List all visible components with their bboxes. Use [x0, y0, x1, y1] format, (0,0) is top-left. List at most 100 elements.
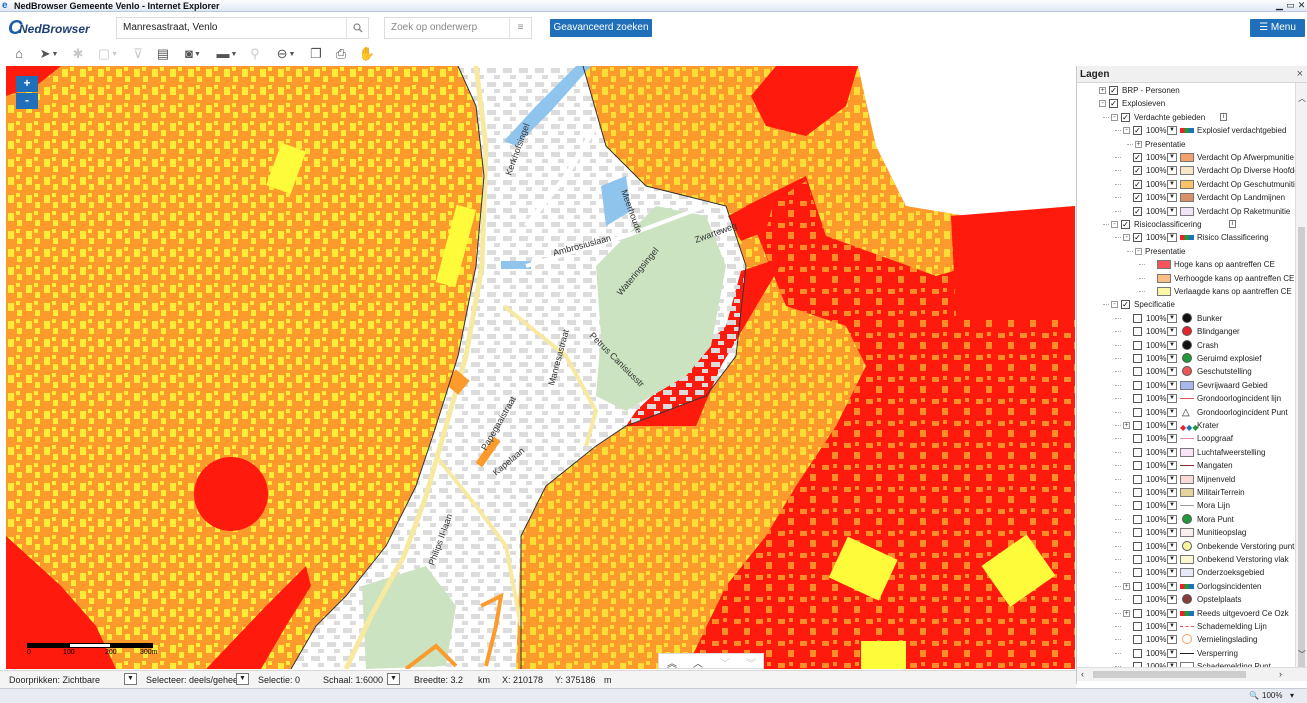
- layer-label[interactable]: Grondoorlogincident lijn: [1197, 392, 1281, 405]
- layer-visibility-checkbox[interactable]: ✓: [1133, 153, 1142, 162]
- select-area-icon[interactable]: ▢▼: [95, 45, 121, 63]
- layer-visibility-checkbox[interactable]: [1133, 595, 1142, 605]
- layer-visibility-checkbox[interactable]: [1133, 327, 1142, 337]
- layer-label[interactable]: Specificatie: [1134, 298, 1175, 311]
- layer-label[interactable]: Vernielingslading: [1197, 633, 1258, 646]
- opacity-dropdown-icon[interactable]: ▼: [1167, 407, 1177, 417]
- layer-label[interactable]: Crash: [1197, 339, 1218, 352]
- opacity-dropdown-icon[interactable]: ▼: [1167, 421, 1177, 430]
- list-icon[interactable]: ≡: [509, 18, 531, 38]
- layer-label[interactable]: BRP - Personen: [1122, 84, 1180, 97]
- layer-row[interactable]: 100% ▼ △ Grondoorlogincident Punt: [1077, 406, 1295, 419]
- layer-row[interactable]: 100% ▼ Gevrijwaard Gebied: [1077, 379, 1295, 392]
- selecteer-dropdown[interactable]: ▼: [236, 673, 249, 685]
- layer-visibility-checkbox[interactable]: ✓: [1109, 86, 1118, 95]
- opacity-dropdown-icon[interactable]: ▼: [1167, 313, 1177, 323]
- address-search-input[interactable]: Manresastraat, Venlo: [116, 17, 369, 39]
- layer-label[interactable]: Krater: [1197, 419, 1219, 432]
- collapse-icon[interactable]: -: [1111, 301, 1118, 309]
- opacity-dropdown-icon[interactable]: ▼: [1167, 394, 1177, 404]
- layer-label[interactable]: Oorlogsincidenten: [1197, 580, 1261, 593]
- zoom-out-button[interactable]: -: [16, 93, 38, 109]
- layer-label[interactable]: Loopgraaf: [1197, 432, 1233, 445]
- layer-row[interactable]: - ✓ Verdachte gebieden i: [1077, 111, 1295, 124]
- opacity-dropdown-icon[interactable]: ▼: [1167, 622, 1177, 631]
- expand-icon[interactable]: +: [1135, 140, 1142, 148]
- layer-label[interactable]: Verdacht Op Landmijnen: [1197, 191, 1285, 204]
- layer-visibility-checkbox[interactable]: ✓: [1133, 206, 1142, 216]
- subject-search-input[interactable]: Zoek op onderwerp ≡: [384, 17, 532, 39]
- layer-label[interactable]: Mora Punt: [1197, 513, 1234, 526]
- layer-label[interactable]: Risicoclassificering: [1134, 218, 1202, 231]
- layer-row[interactable]: ✓ 100%▼ Verdacht Op Diverse Hoofdgroepen: [1077, 164, 1295, 177]
- schaal-dropdown[interactable]: ▼: [387, 673, 400, 685]
- layer-row[interactable]: ✓ 100% ▼ Verdacht Op Geschutmunitie: [1077, 178, 1295, 191]
- layer-visibility-checkbox[interactable]: [1133, 541, 1142, 551]
- advanced-search-button[interactable]: Geavanceerd zoeken: [550, 19, 652, 37]
- layer-visibility-checkbox[interactable]: [1133, 380, 1142, 390]
- layer-row[interactable]: - ✓ Risicoclassificering i: [1077, 218, 1295, 231]
- layer-visibility-checkbox[interactable]: [1133, 568, 1142, 578]
- layer-tree-hscrollbar[interactable]: ‹ ›: [1077, 667, 1307, 681]
- layer-row[interactable]: + Presentatie: [1077, 138, 1295, 151]
- collapse-icon[interactable]: -: [1135, 247, 1142, 255]
- expand-icon[interactable]: +: [1123, 422, 1130, 429]
- layer-label[interactable]: Mora Lijn: [1197, 499, 1230, 512]
- layer-visibility-checkbox[interactable]: ✓: [1121, 300, 1130, 310]
- layer-row[interactable]: - ✓ Specificatie: [1077, 298, 1295, 311]
- select-pointer-icon[interactable]: ➤▼: [36, 45, 62, 63]
- layer-label[interactable]: Verdacht Op Raketmunitie: [1197, 205, 1290, 218]
- layer-row[interactable]: - ✓ 100% ▼ Risico Classificering: [1077, 231, 1295, 244]
- camera-icon[interactable]: ◙▼: [180, 45, 206, 63]
- layer-visibility-checkbox[interactable]: [1133, 354, 1142, 363]
- layer-label[interactable]: Luchtafweerstelling: [1197, 446, 1265, 459]
- layer-visibility-checkbox[interactable]: [1133, 608, 1142, 618]
- layer-visibility-checkbox[interactable]: ✓: [1133, 166, 1142, 176]
- layer-label[interactable]: Verdacht Op Geschutmunitie: [1197, 178, 1295, 191]
- layer-label[interactable]: Mangaten: [1197, 459, 1233, 472]
- layer-row[interactable]: 100% ▼ Schademelding Punt: [1077, 660, 1295, 667]
- layer-label[interactable]: Onbekende Verstoring punt: [1197, 540, 1294, 553]
- layer-visibility-checkbox[interactable]: [1133, 313, 1142, 323]
- ie-zoom-dropdown-icon[interactable]: ▾: [1290, 691, 1294, 700]
- layer-visibility-checkbox[interactable]: [1133, 407, 1142, 417]
- layer-visibility-checkbox[interactable]: ✓: [1133, 233, 1142, 243]
- layer-row[interactable]: 100% ▼ Luchtafweerstelling: [1077, 446, 1295, 459]
- map-view[interactable]: Ambrosiuslaan Wateringsingel Zwarteweg M…: [6, 66, 1075, 669]
- scroll-down-icon[interactable]: ﹀: [1298, 649, 1306, 660]
- layer-label[interactable]: Grondoorlogincident Punt: [1197, 406, 1288, 419]
- layer-row[interactable]: 100% ▼ Mangaten: [1077, 459, 1295, 472]
- opacity-dropdown-icon[interactable]: ▼: [1167, 555, 1177, 564]
- menu-button[interactable]: ☰ Menu: [1250, 19, 1305, 37]
- layer-row[interactable]: 100% ▼ Schademelding Lijn: [1077, 620, 1295, 633]
- layer-row[interactable]: - ✓ 100% ▼ Explosief verdachtgebied: [1077, 124, 1295, 137]
- document-icon[interactable]: ▤: [155, 45, 171, 63]
- double-up-icon[interactable]: ︽: [662, 655, 682, 669]
- filter-icon[interactable]: ⊽: [129, 45, 147, 63]
- opacity-dropdown-icon[interactable]: ▼: [1167, 608, 1177, 618]
- print-icon[interactable]: ⎙: [332, 45, 350, 63]
- layer-row[interactable]: 100% ▼ MilitairTerrein: [1077, 486, 1295, 499]
- layer-visibility-checkbox[interactable]: [1133, 528, 1142, 538]
- layer-visibility-checkbox[interactable]: [1133, 648, 1142, 658]
- layer-row[interactable]: 100% ▼ Grondoorlogincident lijn: [1077, 392, 1295, 405]
- location-pin-icon[interactable]: ⚲: [247, 45, 263, 63]
- collapse-icon[interactable]: -: [1099, 100, 1106, 108]
- layer-visibility-checkbox[interactable]: [1133, 367, 1142, 377]
- opacity-dropdown-icon[interactable]: ▼: [1167, 461, 1177, 471]
- layer-row[interactable]: 100% ▼ Crash: [1077, 339, 1295, 352]
- opacity-dropdown-icon[interactable]: ▼: [1167, 474, 1177, 484]
- layer-row[interactable]: +100% ▼ Reeds uitgevoerd Ce Ozk: [1077, 607, 1295, 620]
- opacity-dropdown-icon[interactable]: ▼: [1167, 488, 1177, 497]
- layer-label[interactable]: Verhoogde kans op aantreffen CE: [1174, 272, 1294, 285]
- opacity-dropdown-icon[interactable]: ▼: [1167, 380, 1177, 390]
- layer-label[interactable]: Gevrijwaard Gebied: [1197, 379, 1268, 392]
- layer-row[interactable]: 100% ▼ Onbekende Verstoring punt: [1077, 540, 1295, 553]
- layer-label[interactable]: Hoge kans op aantreffen CE: [1174, 258, 1275, 271]
- scroll-up-icon[interactable]: ︿: [1298, 93, 1306, 104]
- opacity-dropdown-icon[interactable]: ▼: [1167, 568, 1177, 578]
- close-panel-icon[interactable]: ×: [1297, 68, 1303, 80]
- layer-visibility-checkbox[interactable]: ✓: [1121, 220, 1130, 229]
- layer-label[interactable]: Geruimd explosief: [1197, 352, 1261, 365]
- layer-row[interactable]: ✓ 100% ▼ Verdacht Op Landmijnen: [1077, 191, 1295, 204]
